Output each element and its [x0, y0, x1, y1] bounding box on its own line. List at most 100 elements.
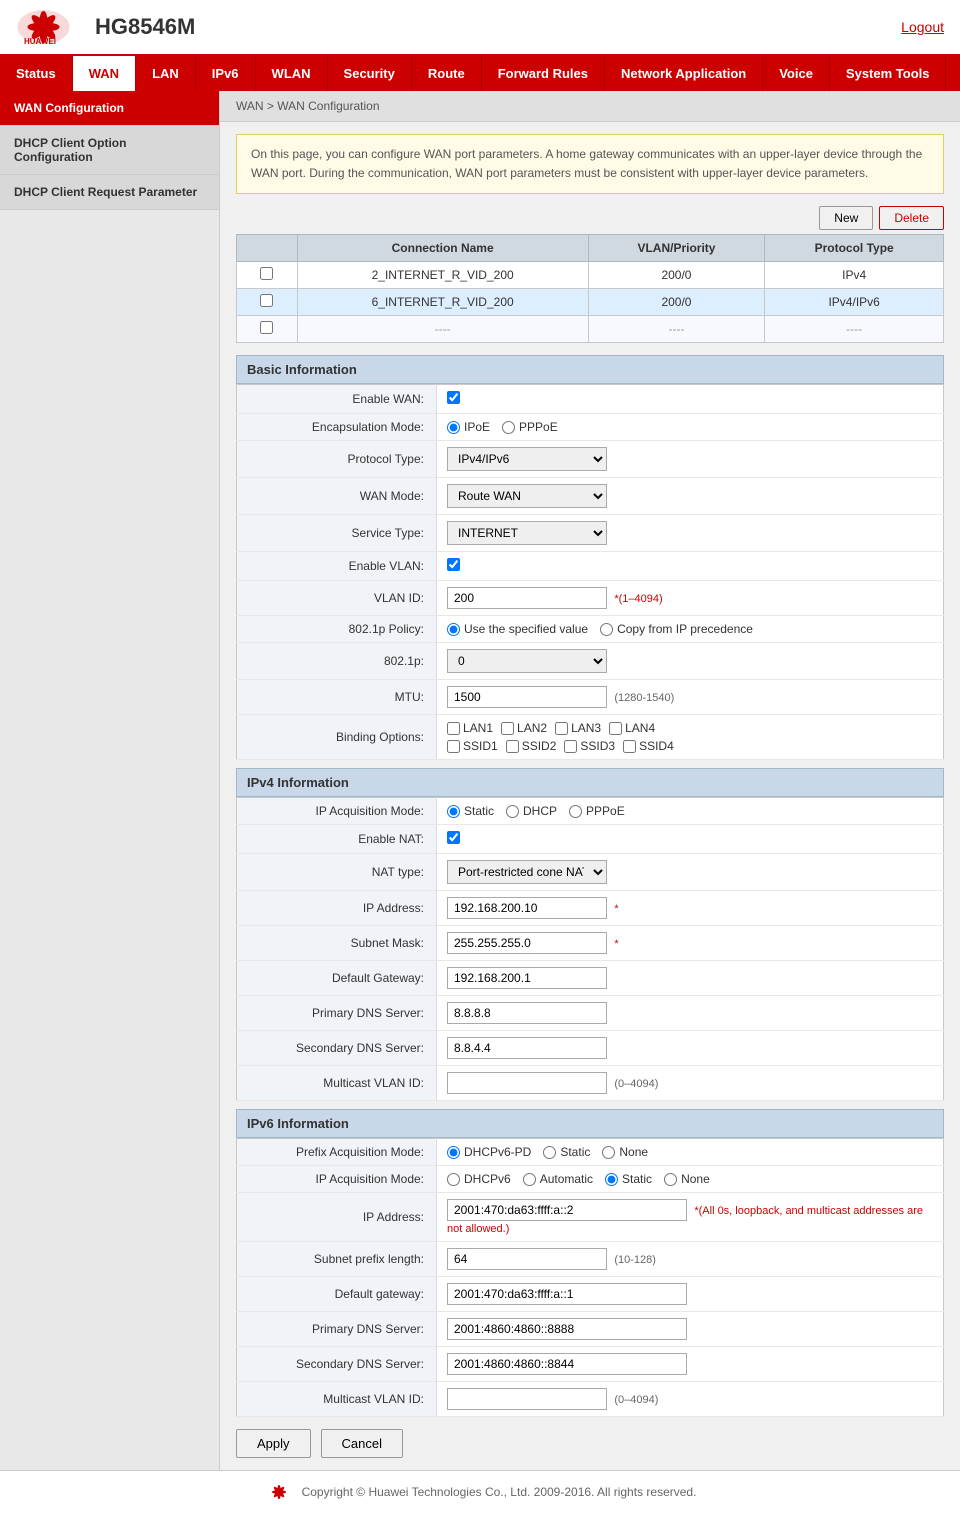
- ipv6-multicast-vlan-input[interactable]: [447, 1388, 607, 1410]
- nav-item-status[interactable]: Status: [0, 56, 73, 91]
- lan1-label[interactable]: LAN1: [447, 721, 493, 735]
- ssid2-label[interactable]: SSID2: [506, 739, 557, 753]
- dhcpv6pd-radio[interactable]: [447, 1146, 460, 1159]
- binding-label: Binding Options:: [237, 715, 437, 760]
- copy-ip-radio[interactable]: [600, 623, 613, 636]
- service-type-select[interactable]: INTERNET TR069 VOIP OTHER: [447, 521, 607, 545]
- ipv6-static-radio-label[interactable]: Static: [605, 1172, 652, 1186]
- 8021p-select[interactable]: 0123 4567: [447, 649, 607, 673]
- use-specified-radio-label[interactable]: Use the specified value: [447, 622, 588, 636]
- policy-8021p-row: 802.1p Policy: Use the specified value C…: [237, 616, 944, 643]
- auto-radio[interactable]: [523, 1173, 536, 1186]
- ipv6-secondary-dns-input[interactable]: [447, 1353, 687, 1375]
- nav-item-wan[interactable]: WAN: [73, 56, 136, 91]
- footer-huawei-icon: [264, 1481, 294, 1503]
- prefix-static-radio[interactable]: [543, 1146, 556, 1159]
- nat-type-select[interactable]: Port-restricted cone NAT Full cone NAT A…: [447, 860, 607, 884]
- lan2-checkbox[interactable]: [501, 722, 514, 735]
- lan3-checkbox[interactable]: [555, 722, 568, 735]
- nav-item-route[interactable]: Route: [412, 56, 482, 91]
- use-specified-radio[interactable]: [447, 623, 460, 636]
- ipv6-ip-addr-input[interactable]: [447, 1199, 687, 1221]
- nav-item-lan[interactable]: LAN: [136, 56, 196, 91]
- vlan-id-input[interactable]: [447, 587, 607, 609]
- logout-button[interactable]: Logout: [901, 19, 944, 35]
- ssid2-checkbox[interactable]: [506, 740, 519, 753]
- row-checkbox-1[interactable]: [260, 267, 273, 280]
- breadcrumb: WAN > WAN Configuration: [220, 91, 960, 122]
- nav-item-network-application[interactable]: Network Application: [605, 56, 763, 91]
- prefix-none-radio[interactable]: [602, 1146, 615, 1159]
- table-row: 6_INTERNET_R_VID_200 200/0 IPv4/IPv6: [237, 289, 944, 316]
- dhcpv6pd-radio-label[interactable]: DHCPv6-PD: [447, 1145, 531, 1159]
- auto-radio-label[interactable]: Automatic: [523, 1172, 593, 1186]
- ipv6-none-radio[interactable]: [664, 1173, 677, 1186]
- nav-item-forward-rules[interactable]: Forward Rules: [482, 56, 605, 91]
- nav-item-voice[interactable]: Voice: [763, 56, 830, 91]
- pppoe-acq-radio[interactable]: [569, 805, 582, 818]
- prefix-none-radio-label[interactable]: None: [602, 1145, 648, 1159]
- cancel-button[interactable]: Cancel: [321, 1429, 403, 1458]
- primary-dns-input[interactable]: [447, 1002, 607, 1024]
- ssid1-label[interactable]: SSID1: [447, 739, 498, 753]
- subnet-prefix-input[interactable]: [447, 1248, 607, 1270]
- enable-nat-checkbox[interactable]: [447, 831, 460, 844]
- ioe-radio-label[interactable]: IPoE: [447, 420, 490, 434]
- sidebar-item-dhcp-option[interactable]: DHCP Client Option Configuration: [0, 126, 219, 175]
- pppoe-radio-label[interactable]: PPPoE: [502, 420, 558, 434]
- dhcp-radio[interactable]: [506, 805, 519, 818]
- prefix-static-radio-label[interactable]: Static: [543, 1145, 590, 1159]
- enable-wan-row: Enable WAN:: [237, 385, 944, 414]
- mtu-label: MTU:: [237, 680, 437, 715]
- lan2-label[interactable]: LAN2: [501, 721, 547, 735]
- secondary-dns-input[interactable]: [447, 1037, 607, 1059]
- static-radio-label[interactable]: Static: [447, 804, 494, 818]
- multicast-vlan-input[interactable]: [447, 1072, 607, 1094]
- ipv6-primary-dns-row: Primary DNS Server:: [237, 1312, 944, 1347]
- lan3-label[interactable]: LAN3: [555, 721, 601, 735]
- subnet-mask-input[interactable]: [447, 932, 607, 954]
- ssid4-checkbox[interactable]: [623, 740, 636, 753]
- apply-button[interactable]: Apply: [236, 1429, 311, 1458]
- enable-wan-label: Enable WAN:: [237, 385, 437, 414]
- ipv4-ip-addr-input[interactable]: [447, 897, 607, 919]
- pppoe-radio[interactable]: [502, 421, 515, 434]
- static-radio[interactable]: [447, 805, 460, 818]
- nav-item-system-tools[interactable]: System Tools: [830, 56, 947, 91]
- row-checkbox-3[interactable]: [260, 321, 273, 334]
- enable-vlan-checkbox[interactable]: [447, 558, 460, 571]
- default-gateway-input[interactable]: [447, 967, 607, 989]
- ssid1-checkbox[interactable]: [447, 740, 460, 753]
- nav-item-ipv6[interactable]: IPv6: [196, 56, 256, 91]
- dhcp-radio-label[interactable]: DHCP: [506, 804, 557, 818]
- dhcpv6-radio-label[interactable]: DHCPv6: [447, 1172, 511, 1186]
- ssid4-label[interactable]: SSID4: [623, 739, 674, 753]
- lan4-checkbox[interactable]: [609, 722, 622, 735]
- delete-button[interactable]: Delete: [879, 206, 944, 230]
- ipv6-none-radio-label[interactable]: None: [664, 1172, 710, 1186]
- wan-mode-select[interactable]: Route WAN Bridge WAN: [447, 484, 607, 508]
- multicast-vlan-label: Multicast VLAN ID:: [237, 1066, 437, 1101]
- nav-item-security[interactable]: Security: [328, 56, 412, 91]
- row-checkbox-2[interactable]: [260, 294, 273, 307]
- lan4-label[interactable]: LAN4: [609, 721, 655, 735]
- ssid3-label[interactable]: SSID3: [564, 739, 615, 753]
- ipoe-radio[interactable]: [447, 421, 460, 434]
- ssid3-checkbox[interactable]: [564, 740, 577, 753]
- enable-wan-checkbox[interactable]: [447, 391, 460, 404]
- mtu-input[interactable]: [447, 686, 607, 708]
- copy-ip-radio-label[interactable]: Copy from IP precedence: [600, 622, 753, 636]
- ipv6-primary-dns-input[interactable]: [447, 1318, 687, 1340]
- sidebar-item-wan-config[interactable]: WAN Configuration: [0, 91, 219, 126]
- col-connection-name: Connection Name: [297, 235, 588, 262]
- sidebar-item-dhcp-request[interactable]: DHCP Client Request Parameter: [0, 175, 219, 210]
- ipv6-multicast-vlan-row: Multicast VLAN ID: (0–4094): [237, 1382, 944, 1417]
- lan1-checkbox[interactable]: [447, 722, 460, 735]
- new-button[interactable]: New: [819, 206, 873, 230]
- dhcpv6-radio[interactable]: [447, 1173, 460, 1186]
- ipv6-default-gw-input[interactable]: [447, 1283, 687, 1305]
- pppoe-acq-radio-label[interactable]: PPPoE: [569, 804, 625, 818]
- protocol-type-select[interactable]: IPv4/IPv6 IPv4 IPv6: [447, 447, 607, 471]
- ipv6-static-radio[interactable]: [605, 1173, 618, 1186]
- nav-item-wlan[interactable]: WLAN: [256, 56, 328, 91]
